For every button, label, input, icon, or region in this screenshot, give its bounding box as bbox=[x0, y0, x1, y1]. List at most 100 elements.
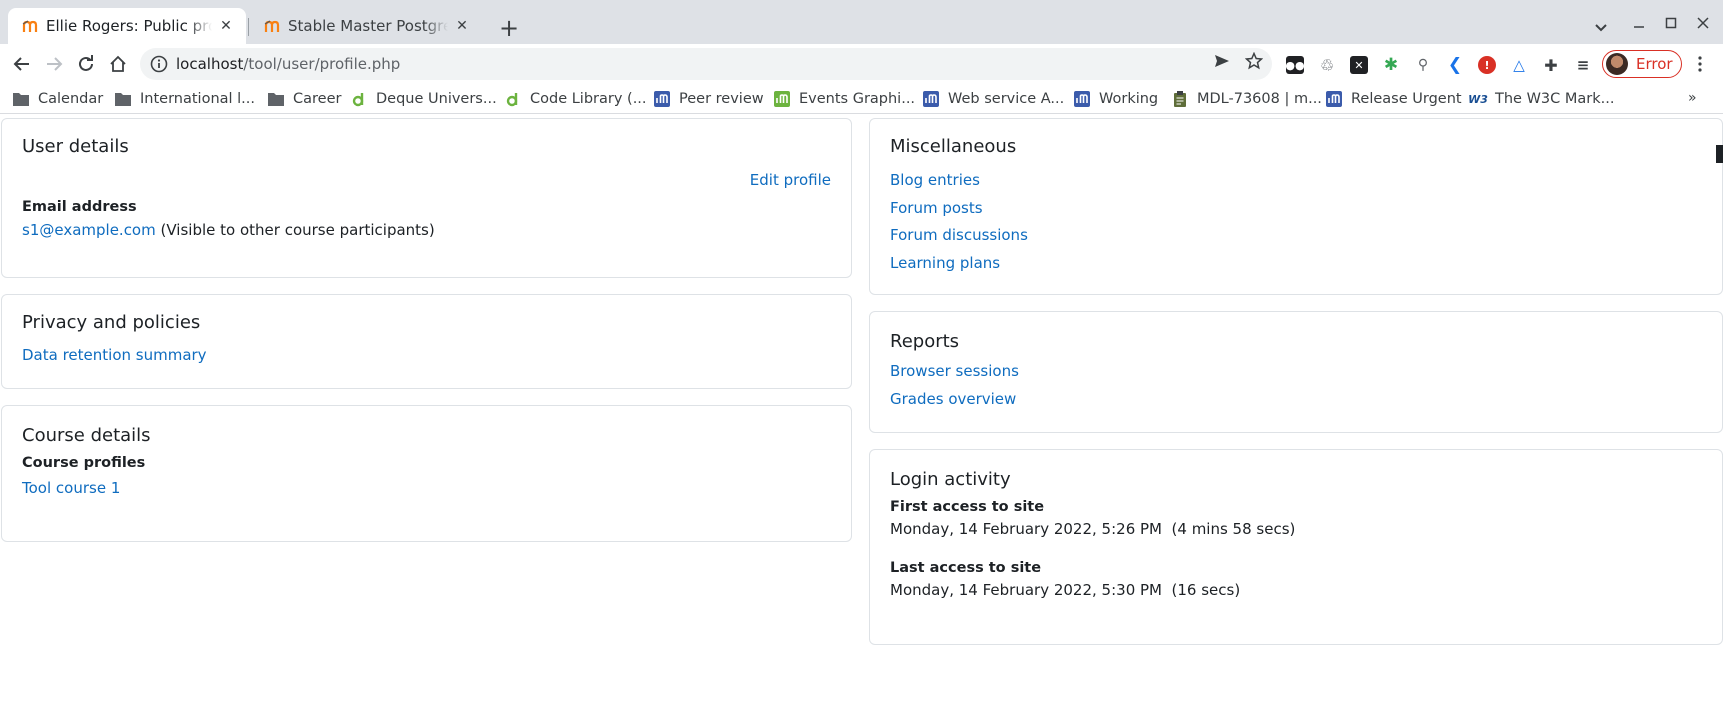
new-tab-button[interactable]: + bbox=[496, 14, 522, 42]
moodle-tracker-icon bbox=[1074, 91, 1090, 107]
extension-stop-icon[interactable]: ! bbox=[1478, 56, 1496, 74]
extension-gear-icon[interactable]: ✱ bbox=[1382, 55, 1400, 75]
arrow-left-icon bbox=[13, 57, 29, 71]
bookmark-calendar[interactable]: Calendar bbox=[13, 88, 103, 110]
clipboard-icon bbox=[1172, 91, 1188, 107]
learning-plans-link[interactable]: Learning plans bbox=[890, 254, 1000, 272]
w3c-icon: W3 bbox=[1468, 92, 1488, 106]
forum-discussions-link[interactable]: Forum discussions bbox=[890, 226, 1028, 244]
close-window-button[interactable] bbox=[1690, 10, 1716, 36]
bookmark-deque-university[interactable]: Deque Univers... bbox=[351, 88, 497, 110]
extension-c-icon[interactable]: ❮ bbox=[1446, 55, 1464, 75]
browser-menu-button[interactable] bbox=[1690, 54, 1710, 74]
bookmark-peer-review[interactable]: Peer review bbox=[654, 88, 764, 110]
privacy-heading: Privacy and policies bbox=[22, 312, 201, 333]
info-icon bbox=[150, 55, 168, 73]
deque-icon bbox=[351, 91, 367, 107]
bookmark-w3c-markup[interactable]: W3 The W3C Mark... bbox=[1468, 88, 1614, 110]
folder-icon bbox=[268, 91, 284, 107]
blog-entries-link[interactable]: Blog entries bbox=[890, 171, 980, 189]
moodle-favicon-icon bbox=[264, 20, 280, 32]
chevron-down-icon bbox=[1595, 24, 1607, 32]
maximize-button[interactable] bbox=[1658, 10, 1684, 36]
tab-stable-master[interactable]: Stable Master PostgreSQL ✕ bbox=[250, 8, 482, 44]
miscellaneous-card: Miscellaneous Blog entries Forum posts F… bbox=[869, 118, 1723, 295]
moodle-favicon-icon bbox=[22, 20, 38, 32]
tab-title: Stable Master PostgreSQL bbox=[288, 17, 448, 35]
avatar bbox=[1606, 53, 1628, 75]
media-queue-icon[interactable]: ≡ bbox=[1574, 56, 1592, 74]
bookmark-label: Code Library (... bbox=[530, 91, 647, 107]
extension-tampermonkey-icon[interactable]: ●● bbox=[1285, 56, 1305, 74]
send-tab-button[interactable] bbox=[1212, 51, 1232, 71]
user-details-heading: User details bbox=[22, 136, 129, 157]
bookmark-release-urgent[interactable]: Release Urgent bbox=[1326, 88, 1462, 110]
bookmark-working[interactable]: Working bbox=[1074, 88, 1158, 110]
back-button[interactable] bbox=[8, 50, 36, 78]
data-retention-summary-link[interactable]: Data retention summary bbox=[22, 346, 207, 364]
browser-sessions-link[interactable]: Browser sessions bbox=[890, 362, 1019, 380]
email-link[interactable]: s1@example.com bbox=[22, 221, 156, 239]
bookmark-label: Career bbox=[293, 91, 342, 107]
folder-icon bbox=[13, 91, 29, 107]
reload-icon bbox=[79, 55, 93, 71]
arrow-right-icon bbox=[47, 57, 63, 71]
user-details-card: User details Edit profile Email address … bbox=[1, 118, 852, 278]
bookmark-label: International l... bbox=[140, 91, 256, 107]
page-edge-marker bbox=[1716, 145, 1723, 163]
tool-course-1-link[interactable]: Tool course 1 bbox=[22, 479, 120, 497]
bookmark-mdl-73608[interactable]: MDL-73608 | m... bbox=[1172, 88, 1322, 110]
reload-button[interactable] bbox=[72, 50, 100, 78]
profile-page: User details Edit profile Email address … bbox=[0, 115, 1723, 723]
forum-posts-link[interactable]: Forum posts bbox=[890, 199, 983, 217]
close-tab-icon[interactable]: ✕ bbox=[452, 16, 472, 36]
bookmark-label: Events Graphi... bbox=[799, 91, 916, 107]
bookmark-code-library[interactable]: Code Library (... bbox=[505, 88, 647, 110]
extension-triangle-icon[interactable]: △ bbox=[1510, 56, 1528, 74]
minimize-button[interactable] bbox=[1626, 10, 1652, 36]
first-access-label: First access to site bbox=[890, 499, 1045, 515]
bookmark-international[interactable]: International l... bbox=[115, 88, 255, 110]
address-bar[interactable]: localhost/tool/user/profile.php bbox=[140, 48, 1272, 80]
more-bookmarks-chevron-icon[interactable]: » bbox=[1688, 90, 1697, 106]
profile-status: Error bbox=[1636, 55, 1673, 73]
forward-button[interactable] bbox=[40, 50, 68, 78]
tab-search-button[interactable] bbox=[1588, 14, 1614, 40]
login-activity-card: Login activity First access to site Mond… bbox=[869, 449, 1723, 645]
last-access-label: Last access to site bbox=[890, 560, 1042, 576]
moodle-tracker-icon bbox=[923, 91, 939, 107]
bookmark-label: Deque Univers... bbox=[376, 91, 497, 107]
moodle-tracker-icon bbox=[654, 91, 670, 107]
email-label: Email address bbox=[22, 199, 137, 215]
grades-overview-link[interactable]: Grades overview bbox=[890, 390, 1016, 408]
bookmark-events-graphiql[interactable]: Events Graphi... bbox=[774, 88, 915, 110]
tab-ellie-rogers-profile[interactable]: Ellie Rogers: Public profile ✕ bbox=[8, 8, 246, 44]
extensions-puzzle-icon[interactable]: ✚ bbox=[1542, 56, 1560, 75]
moodle-green-icon bbox=[774, 91, 790, 107]
home-icon bbox=[110, 55, 126, 72]
reports-heading: Reports bbox=[890, 331, 960, 352]
extension-recycle-icon[interactable]: ♲ bbox=[1318, 56, 1336, 75]
url-text: localhost/tool/user/profile.php bbox=[176, 55, 400, 73]
folder-icon bbox=[115, 91, 131, 107]
extension-x-icon[interactable]: ✕ bbox=[1350, 56, 1368, 74]
miscellaneous-heading: Miscellaneous bbox=[890, 136, 1017, 157]
reports-card: Reports Browser sessions Grades overview bbox=[869, 311, 1723, 433]
first-access-value: Monday, 14 February 2022, 5:26 PM (4 min… bbox=[890, 520, 1296, 538]
home-button[interactable] bbox=[104, 50, 132, 78]
extension-search-icon[interactable]: ⚲ bbox=[1414, 56, 1432, 74]
tab-strip: Ellie Rogers: Public profile ✕ Stable Ma… bbox=[0, 0, 1723, 44]
url-host: localhost bbox=[176, 55, 244, 73]
close-icon bbox=[1697, 17, 1709, 29]
close-tab-icon[interactable]: ✕ bbox=[216, 16, 236, 36]
email-visibility-note: (Visible to other course participants) bbox=[160, 221, 435, 239]
course-profiles-label: Course profiles bbox=[22, 455, 146, 471]
bookmark-star-button[interactable] bbox=[1244, 51, 1264, 71]
bookmark-label: Peer review bbox=[679, 91, 764, 107]
profile-button[interactable]: Error bbox=[1602, 50, 1682, 78]
edit-profile-link[interactable]: Edit profile bbox=[750, 171, 831, 189]
bookmark-web-service[interactable]: Web service A... bbox=[923, 88, 1064, 110]
course-details-card: Course details Course profiles Tool cour… bbox=[1, 405, 852, 542]
browser-toolbar: localhost/tool/user/profile.php ●● ♲ ✕ ✱… bbox=[0, 44, 1723, 84]
bookmark-career[interactable]: Career bbox=[268, 88, 341, 110]
